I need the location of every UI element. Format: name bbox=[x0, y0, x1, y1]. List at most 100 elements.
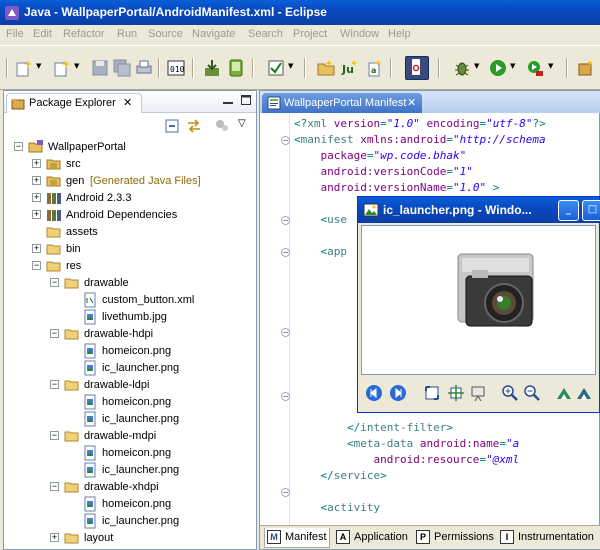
expand-icon[interactable]: + bbox=[32, 244, 41, 253]
tree-item[interactable]: ic_launcher.png bbox=[4, 513, 256, 530]
android-device-icon[interactable] bbox=[405, 56, 429, 80]
rotate-counterclockwise-icon[interactable] bbox=[575, 384, 593, 402]
save-icon[interactable] bbox=[90, 58, 110, 78]
expand-icon[interactable]: + bbox=[32, 210, 41, 219]
minimize-icon[interactable]: _ bbox=[558, 200, 579, 221]
tree-item[interactable]: − drawable-hdpi bbox=[4, 326, 256, 343]
collapse-icon[interactable]: − bbox=[50, 329, 59, 338]
menu-run[interactable]: Run bbox=[117, 28, 137, 40]
menu-refactor[interactable]: Refactor bbox=[63, 28, 105, 40]
avd-manager-icon[interactable] bbox=[226, 58, 246, 78]
expand-icon[interactable]: + bbox=[32, 159, 41, 168]
fold-toggle-icon[interactable]: − bbox=[281, 328, 290, 337]
tree-item[interactable]: + bin bbox=[4, 241, 256, 258]
slideshow-icon[interactable] bbox=[469, 384, 487, 402]
tree-item[interactable]: − drawable-xhdpi bbox=[4, 479, 256, 496]
collapse-icon[interactable]: − bbox=[50, 482, 59, 491]
external-tools-icon[interactable] bbox=[525, 58, 545, 78]
tree-item[interactable]: − res bbox=[4, 258, 256, 275]
menu-file[interactable]: File bbox=[6, 28, 24, 40]
menu-search[interactable]: Search bbox=[248, 28, 283, 40]
tree-item[interactable]: assets bbox=[4, 224, 256, 241]
tree-item[interactable]: − drawable bbox=[4, 275, 256, 292]
debug-dropdown-icon[interactable]: ▼ bbox=[474, 62, 482, 74]
tree-item[interactable]: + Android Dependencies bbox=[4, 207, 256, 224]
tree-item[interactable]: homeicon.png bbox=[4, 343, 256, 360]
best-fit-icon[interactable] bbox=[423, 384, 441, 402]
tab-manifest[interactable]: M Manifest bbox=[264, 528, 330, 548]
menu-navigate[interactable]: Navigate bbox=[192, 28, 235, 40]
menu-window[interactable]: Window bbox=[340, 28, 379, 40]
new-dropdown-icon[interactable]: ▼ bbox=[36, 62, 44, 74]
binary-icon[interactable]: 010 bbox=[166, 58, 186, 78]
tree-item[interactable]: homeicon.png bbox=[4, 496, 256, 513]
fold-toggle-icon[interactable]: − bbox=[281, 216, 290, 225]
collapse-all-icon[interactable] bbox=[164, 118, 180, 134]
actual-size-icon[interactable] bbox=[447, 384, 465, 402]
menu-edit[interactable]: Edit bbox=[33, 28, 52, 40]
tree-item[interactable]: livethumb.jpg bbox=[4, 309, 256, 326]
run-icon[interactable] bbox=[488, 58, 508, 78]
tree-item[interactable]: homeicon.png bbox=[4, 394, 256, 411]
rotate-clockwise-icon[interactable] bbox=[555, 384, 573, 402]
view-menu-icon[interactable]: ▽ bbox=[238, 118, 254, 134]
collapse-icon[interactable]: − bbox=[50, 431, 59, 440]
fold-toggle-icon[interactable]: − bbox=[281, 136, 290, 145]
run-dropdown-icon[interactable]: ▼ bbox=[510, 62, 518, 74]
fold-toggle-icon[interactable]: − bbox=[281, 248, 290, 257]
menu-project[interactable]: Project bbox=[293, 28, 327, 40]
expand-icon[interactable]: + bbox=[32, 176, 41, 185]
image-viewer-title-bar[interactable]: ic_launcher.png - Windo... _ □ bbox=[358, 197, 600, 223]
new-wizard-icon[interactable] bbox=[14, 58, 34, 78]
new-file-icon[interactable]: a bbox=[364, 58, 384, 78]
tree-item[interactable]: − WallpaperPortal bbox=[4, 139, 256, 156]
new-junit-icon[interactable]: Ju bbox=[340, 58, 360, 78]
tree-item[interactable]: ic_launcher.png bbox=[4, 360, 256, 377]
open-dropdown-icon[interactable]: ▼ bbox=[74, 62, 82, 74]
expand-icon[interactable]: + bbox=[50, 533, 59, 542]
task-dropdown-icon[interactable]: ▼ bbox=[288, 62, 296, 74]
focus-task-icon[interactable] bbox=[214, 118, 230, 134]
tab-application[interactable]: A Application bbox=[334, 528, 412, 548]
tab-permissions[interactable]: P Permissions bbox=[414, 528, 496, 548]
previous-image-icon[interactable] bbox=[365, 384, 383, 402]
collapse-icon[interactable]: − bbox=[50, 278, 59, 287]
next-image-icon[interactable] bbox=[389, 384, 407, 402]
tree-item[interactable]: + Android 2.3.3 bbox=[4, 190, 256, 207]
debug-icon[interactable] bbox=[452, 58, 472, 78]
tree-item[interactable]: + src bbox=[4, 156, 256, 173]
tree-item[interactable]: ic_launcher.png bbox=[4, 411, 256, 428]
maximize-view-icon[interactable] bbox=[240, 94, 252, 106]
zoom-in-icon[interactable] bbox=[501, 384, 519, 402]
tree-item[interactable]: − drawable-mdpi bbox=[4, 428, 256, 445]
menu-help[interactable]: Help bbox=[388, 28, 411, 40]
window-title-bar[interactable]: Java - WallpaperPortal/AndroidManifest.x… bbox=[0, 0, 600, 25]
new-package-icon[interactable] bbox=[576, 58, 596, 78]
external-tools-dropdown-icon[interactable]: ▼ bbox=[548, 62, 556, 74]
task-checkbox-icon[interactable] bbox=[266, 58, 286, 78]
link-with-editor-icon[interactable] bbox=[186, 118, 202, 134]
collapse-icon[interactable]: − bbox=[32, 261, 41, 270]
close-icon[interactable]: ✕ bbox=[123, 96, 132, 109]
fold-toggle-icon[interactable]: − bbox=[281, 392, 290, 401]
zoom-out-icon[interactable] bbox=[523, 384, 541, 402]
minimize-view-icon[interactable] bbox=[222, 94, 234, 106]
editor-tab-manifest[interactable]: WallpaperPortal Manifest ✕ bbox=[262, 93, 422, 113]
maximize-icon[interactable]: □ bbox=[582, 200, 600, 221]
tree-item[interactable]: ic_launcher.png bbox=[4, 462, 256, 479]
tree-item[interactable]: + gen [Generated Java Files] bbox=[4, 173, 256, 190]
collapse-icon[interactable]: − bbox=[50, 380, 59, 389]
open-type-icon[interactable] bbox=[52, 58, 72, 78]
close-icon[interactable]: ✕ bbox=[407, 96, 416, 109]
menu-source[interactable]: Source bbox=[148, 28, 183, 40]
tab-instrumentation[interactable]: I Instrumentation bbox=[498, 528, 598, 548]
expand-icon[interactable]: + bbox=[32, 193, 41, 202]
tree-item[interactable]: + layout bbox=[4, 530, 256, 547]
open-project-icon[interactable] bbox=[316, 58, 336, 78]
save-all-icon[interactable] bbox=[112, 58, 132, 78]
tree-item[interactable]: homeicon.png bbox=[4, 445, 256, 462]
print-icon[interactable] bbox=[134, 58, 154, 78]
sdk-manager-icon[interactable] bbox=[202, 58, 222, 78]
collapse-icon[interactable]: − bbox=[14, 142, 23, 151]
fold-toggle-icon[interactable]: − bbox=[281, 488, 290, 497]
